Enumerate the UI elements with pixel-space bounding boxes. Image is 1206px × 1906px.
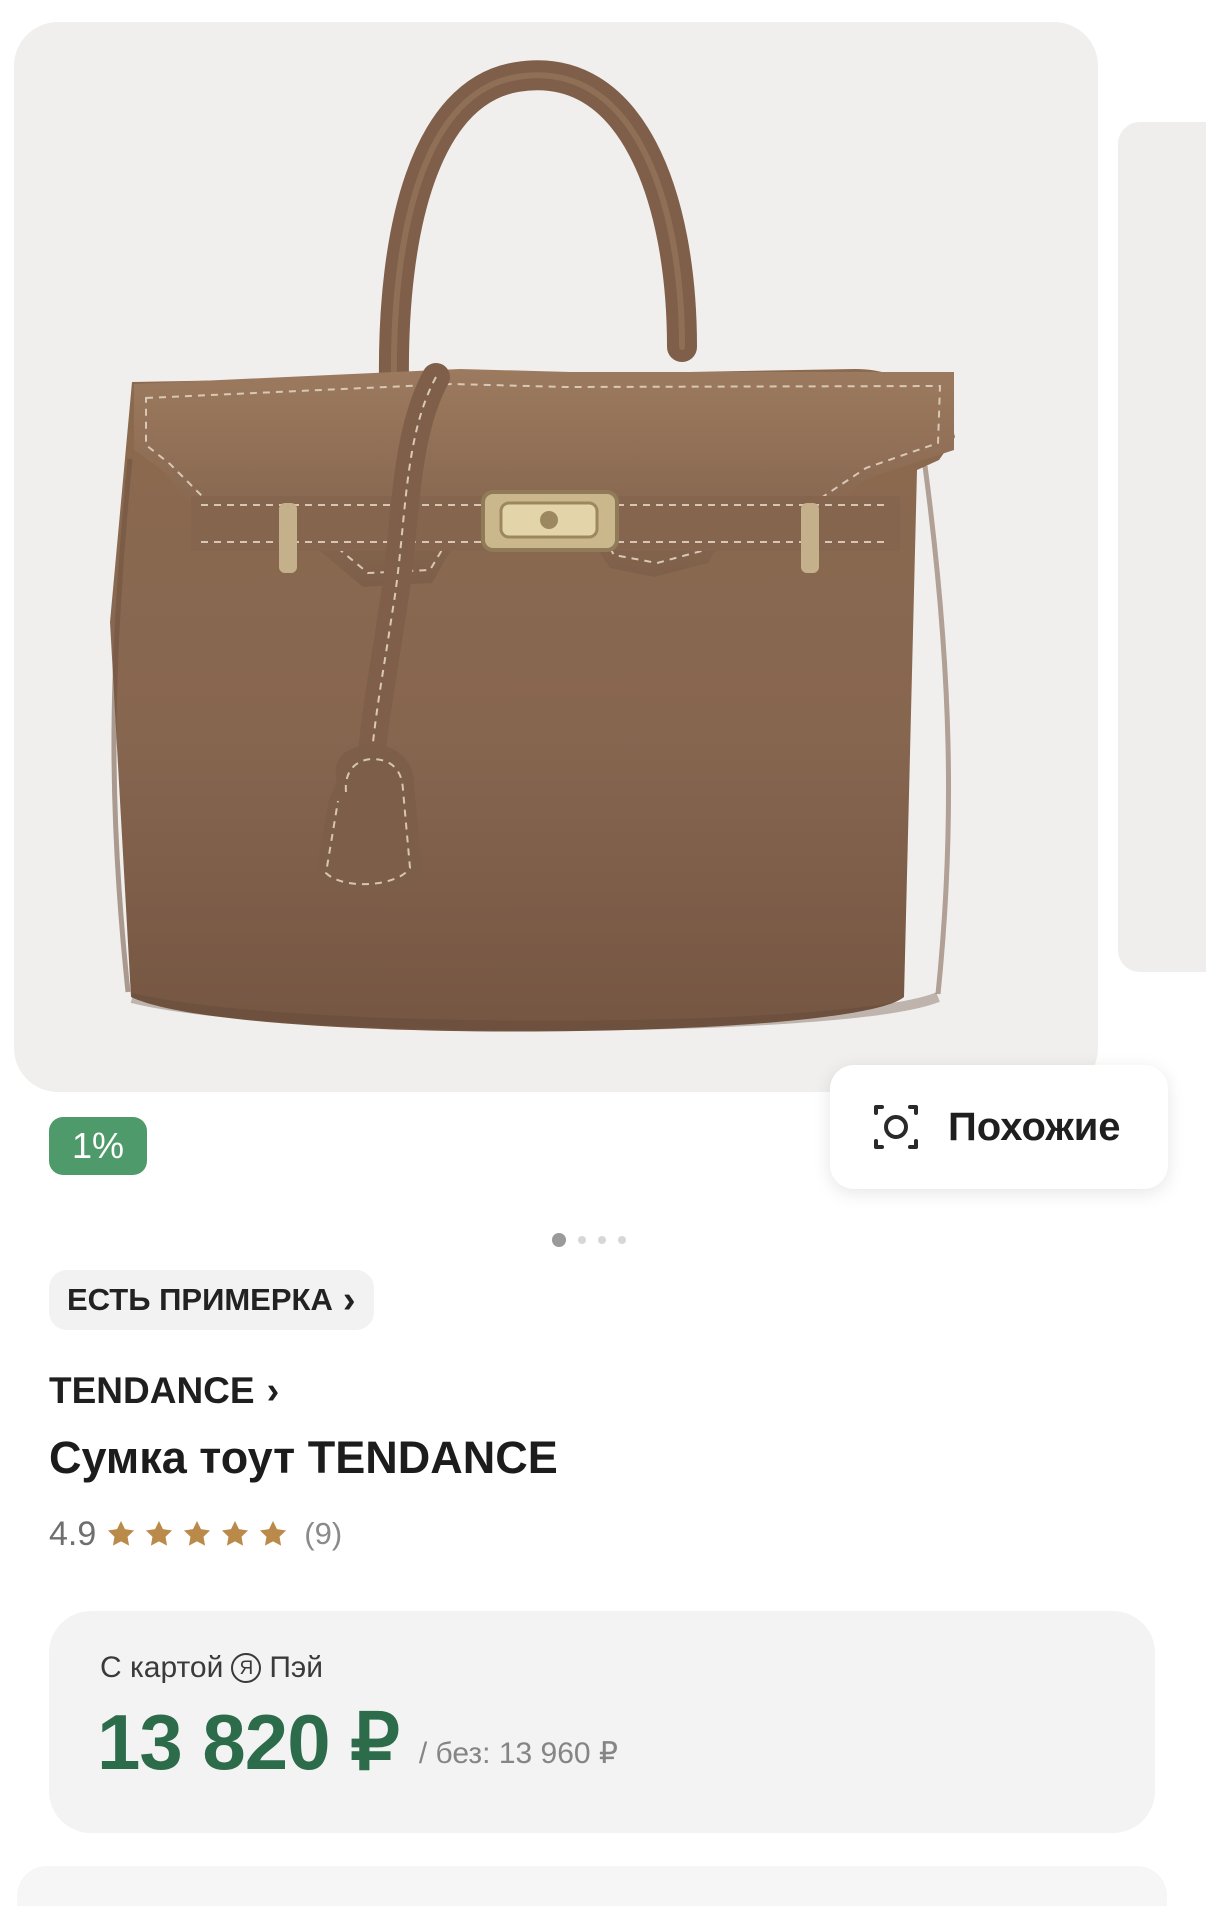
cashback-badge: 1% bbox=[49, 1117, 147, 1175]
payment-line: С картой Я Пэй bbox=[100, 1651, 323, 1685]
star-icon bbox=[146, 1520, 173, 1546]
rating-row[interactable]: 4.9 (9) bbox=[49, 1508, 342, 1560]
reviews-count: (9) bbox=[304, 1516, 343, 1551]
similar-button[interactable]: Похожие bbox=[830, 1065, 1168, 1189]
payment-label-suffix: Пэй bbox=[269, 1651, 323, 1684]
ya-pay-icon: Я bbox=[231, 1653, 262, 1683]
price-row: 13 820 ₽ / без: 13 960 ₽ bbox=[97, 1703, 618, 1781]
try-on-chip[interactable]: ЕСТЬ ПРИМЕРКА › bbox=[49, 1270, 374, 1330]
current-price: 13 820 ₽ bbox=[97, 1698, 400, 1786]
try-on-label: ЕСТЬ ПРИМЕРКА bbox=[67, 1282, 333, 1317]
similar-search-icon bbox=[874, 1105, 918, 1149]
gallery-dot[interactable] bbox=[618, 1236, 626, 1244]
payment-label-prefix: С картой bbox=[100, 1651, 224, 1684]
chevron-right-icon: › bbox=[266, 1370, 280, 1412]
gallery-dot[interactable] bbox=[578, 1236, 586, 1244]
price-card[interactable]: С картой Я Пэй 13 820 ₽ / без: 13 960 ₽ bbox=[49, 1611, 1155, 1833]
star-icon bbox=[222, 1520, 249, 1546]
star-icon bbox=[260, 1520, 287, 1546]
star-icon bbox=[108, 1520, 135, 1546]
gallery-dot[interactable] bbox=[598, 1236, 606, 1244]
chevron-right-icon: › bbox=[342, 1279, 356, 1321]
brand-name: TENDANCE bbox=[49, 1370, 255, 1411]
rating-stars bbox=[104, 1517, 290, 1551]
brand-link[interactable]: TENDANCE › bbox=[49, 1369, 279, 1413]
product-title: Сумка тоут TENDANCE bbox=[49, 1432, 558, 1483]
star-icon bbox=[184, 1520, 211, 1546]
rating-value: 4.9 bbox=[49, 1514, 97, 1553]
gallery-pagination bbox=[552, 1232, 662, 1248]
bottom-sheet-peek bbox=[17, 1866, 1167, 1906]
product-image bbox=[110, 60, 955, 1032]
old-price: / без: 13 960 ₽ bbox=[418, 1737, 619, 1770]
similar-button-label: Похожие bbox=[948, 1104, 1121, 1149]
gallery-dot-active[interactable] bbox=[552, 1233, 566, 1247]
product-image-gallery[interactable] bbox=[14, 22, 1098, 1092]
next-image-preview[interactable] bbox=[1118, 122, 1206, 972]
